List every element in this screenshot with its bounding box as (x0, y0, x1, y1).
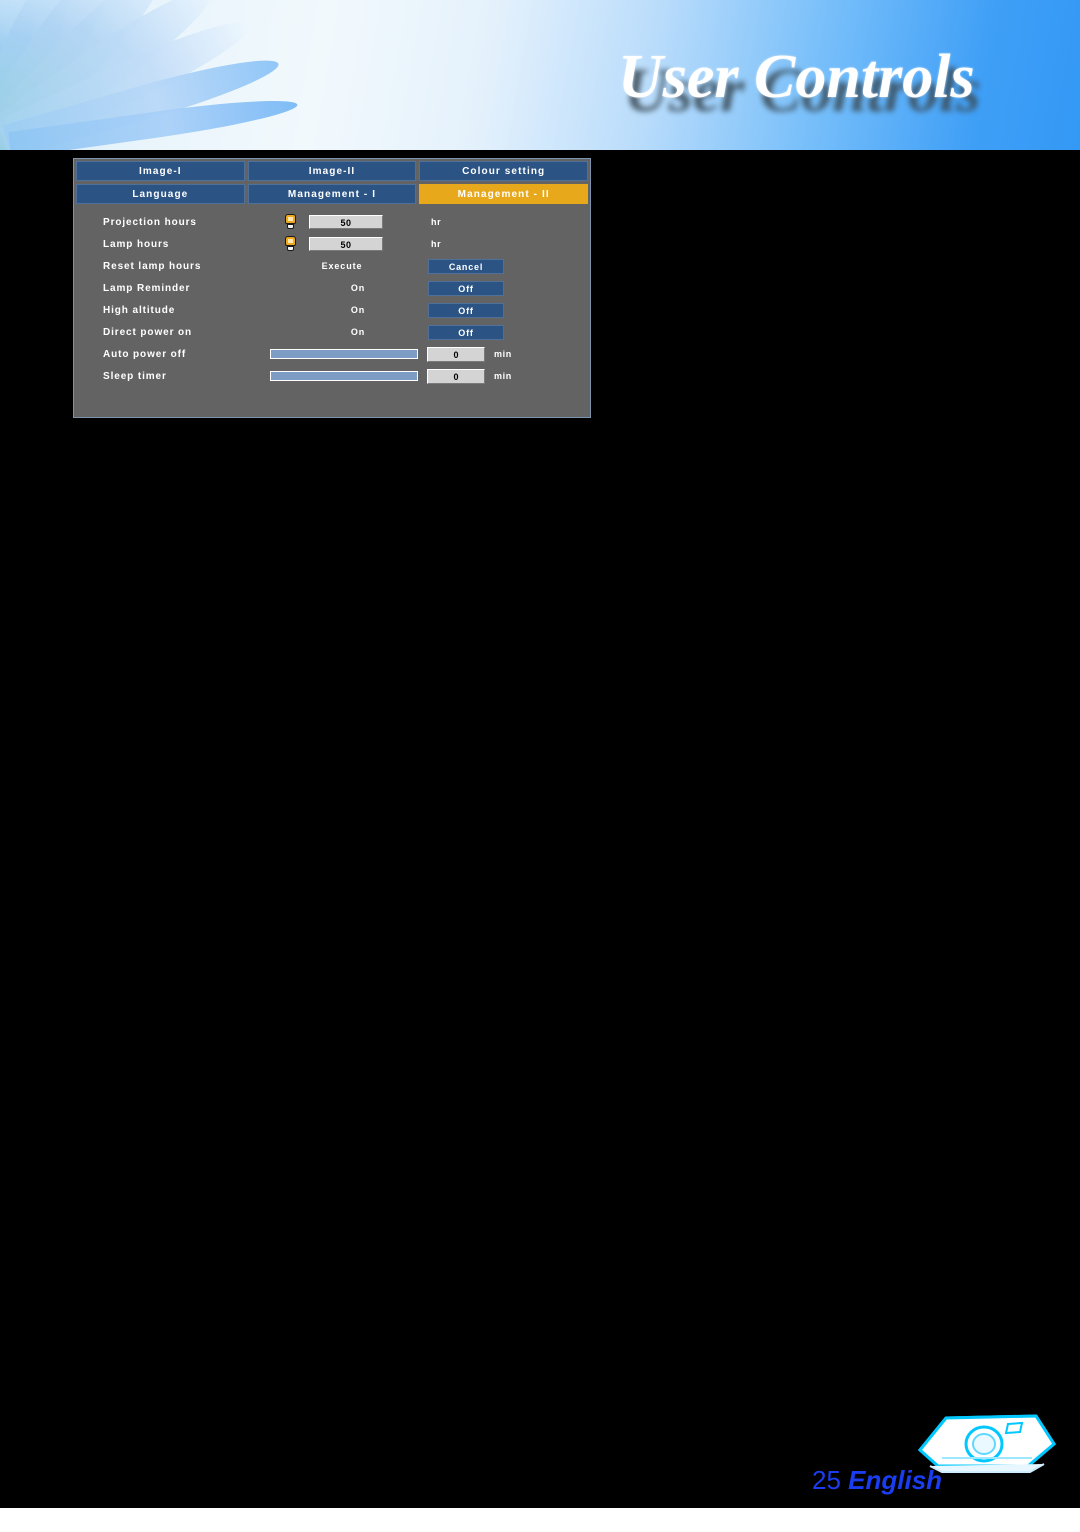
unit-label: hr (431, 239, 442, 249)
setting-label: Sleep timer (103, 370, 167, 382)
setting-value-group: On (270, 305, 422, 315)
setting-value-group: 0 min (422, 346, 590, 362)
setting-action-group: Off (422, 280, 590, 296)
setting-row-lamp-hours: Lamp hours 50 hr (74, 233, 590, 255)
slider-fill (271, 372, 417, 380)
projection-hours-value: 50 (309, 215, 383, 229)
slider-fill (271, 350, 417, 358)
setting-label: Auto power off (103, 348, 187, 360)
tab-language[interactable]: Language (76, 184, 245, 204)
lamp-icon (284, 214, 297, 230)
osd-tab-row: Image-I Image-II Colour setting (76, 161, 589, 181)
sleep-timer-value: 0 (427, 368, 485, 384)
setting-row-sleep-timer: Sleep timer 0 min (74, 365, 590, 387)
setting-label: Reset lamp hours (103, 260, 202, 272)
tab-colour-setting[interactable]: Colour setting (419, 161, 589, 181)
setting-value-group: On (270, 283, 422, 293)
setting-action-group: Off (422, 302, 590, 318)
setting-slider-group (270, 349, 422, 359)
setting-value-group: Execute (270, 261, 422, 271)
unit-label: min (494, 349, 512, 359)
setting-row-direct-power-on: Direct power on On Off (74, 321, 590, 343)
setting-label: Lamp Reminder (103, 282, 191, 294)
osd-menu-panel: Image-I Image-II Colour setting Language… (73, 158, 591, 418)
setting-unit-group: hr (422, 239, 590, 249)
cancel-button[interactable]: Cancel (428, 258, 504, 274)
setting-value-group: On (270, 327, 422, 337)
setting-unit-group: hr (422, 217, 590, 227)
footer-page-label: 25 English (812, 1465, 942, 1496)
osd-settings-list: Projection hours 50 hr Lamp hours 50 hr … (74, 211, 590, 387)
off-option-direct-power-on[interactable]: Off (428, 324, 504, 340)
setting-label: Lamp hours (103, 238, 170, 250)
setting-label: Projection hours (103, 216, 197, 228)
osd-tab-row: Language Management - I Management - II (76, 184, 589, 204)
setting-row-reset-lamp-hours: Reset lamp hours Execute Cancel (74, 255, 590, 277)
page-number: 25 (812, 1465, 841, 1495)
auto-power-off-slider[interactable] (270, 349, 418, 359)
tab-management-i[interactable]: Management - I (247, 184, 417, 204)
page-title: User Controls (618, 43, 975, 111)
lamp-icon (284, 236, 297, 252)
lamp-hours-value: 50 (309, 237, 383, 251)
osd-tab-bar: Image-I Image-II Colour setting Language… (74, 159, 590, 204)
execute-label[interactable]: Execute (322, 261, 363, 271)
setting-value-group: 0 min (422, 368, 590, 384)
setting-value-group: 50 (270, 236, 422, 252)
on-option[interactable]: On (351, 283, 365, 293)
tab-management-ii[interactable]: Management - II (419, 184, 589, 204)
setting-action-group: Off (422, 324, 590, 340)
setting-row-lamp-reminder: Lamp Reminder On Off (74, 277, 590, 299)
setting-slider-group (270, 371, 422, 381)
setting-row-high-altitude: High altitude On Off (74, 299, 590, 321)
auto-power-off-value: 0 (427, 346, 485, 362)
document-page: User Controls User Controls Image-I Imag… (0, 0, 1080, 1508)
unit-label: min (494, 371, 512, 381)
setting-action-group: Cancel (422, 258, 590, 274)
setting-value-group: 50 (270, 214, 422, 230)
setting-row-projection-hours: Projection hours 50 hr (74, 211, 590, 233)
tab-image-i[interactable]: Image-I (76, 161, 245, 181)
off-option-high-altitude[interactable]: Off (428, 302, 504, 318)
language-label: English (848, 1465, 943, 1495)
off-option-lamp-reminder[interactable]: Off (428, 280, 504, 296)
unit-label: hr (431, 217, 442, 227)
on-option[interactable]: On (351, 327, 365, 337)
setting-row-auto-power-off: Auto power off 0 min (74, 343, 590, 365)
sleep-timer-slider[interactable] (270, 371, 418, 381)
banner-title-group: User Controls User Controls (618, 34, 1038, 134)
page-header-banner: User Controls User Controls (0, 0, 1080, 150)
on-option[interactable]: On (351, 305, 365, 315)
tab-image-ii[interactable]: Image-II (247, 161, 417, 181)
setting-label: High altitude (103, 304, 176, 316)
setting-label: Direct power on (103, 326, 193, 338)
